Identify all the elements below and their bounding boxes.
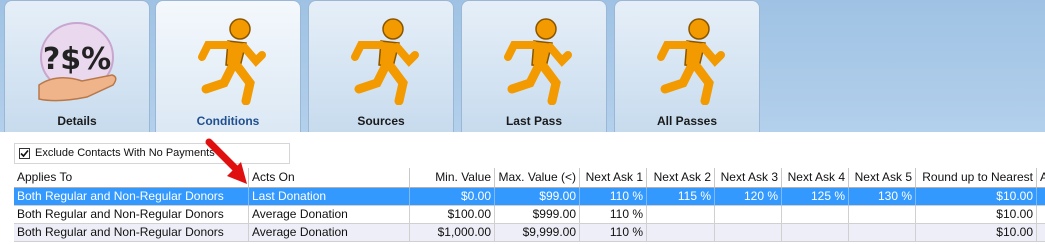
tab-label: Conditions	[196, 114, 260, 128]
table-row[interactable]: Both Regular and Non-Regular Donors Last…	[14, 188, 1045, 206]
col-header-next-ask-3[interactable]: Next Ask 3	[715, 168, 782, 188]
exclude-checkbox[interactable]	[19, 148, 30, 159]
cell-max-value[interactable]: $999.00	[495, 206, 580, 224]
exclude-label[interactable]: Exclude Contacts With No Payments	[35, 147, 215, 159]
cell-max-value[interactable]: $99.00	[495, 188, 580, 206]
running-man-icon	[188, 15, 268, 110]
cell-acts-on[interactable]: Last Donation	[249, 188, 410, 206]
details-icon-text: ?$%	[43, 42, 111, 77]
cell-a[interactable]	[1037, 188, 1045, 206]
table-row[interactable]: Both Regular and Non-Regular Donors Aver…	[14, 224, 1045, 242]
money-hand-icon: ?$%	[27, 15, 127, 112]
running-man-icon	[341, 15, 421, 110]
cell-a[interactable]	[1037, 206, 1045, 224]
cell-applies-to[interactable]: Both Regular and Non-Regular Donors	[14, 206, 249, 224]
cell-next-ask-5[interactable]	[849, 206, 916, 224]
cell-min-value[interactable]: $0.00	[410, 188, 495, 206]
cell-next-ask-1[interactable]: 110 %	[580, 224, 647, 242]
col-header-next-ask-2[interactable]: Next Ask 2	[647, 168, 715, 188]
col-header-round-up[interactable]: Round up to Nearest	[916, 168, 1037, 188]
cell-next-ask-5[interactable]: 130 %	[849, 188, 916, 206]
tab-sources[interactable]: Sources	[308, 0, 454, 132]
cell-next-ask-3[interactable]	[715, 224, 782, 242]
cell-max-value[interactable]: $9,999.00	[495, 224, 580, 242]
running-man-icon	[647, 15, 727, 110]
cell-next-ask-3[interactable]	[715, 206, 782, 224]
cell-next-ask-2[interactable]: 115 %	[647, 188, 715, 206]
grid-header: Applies To Acts On Min. Value Max. Value…	[14, 168, 1045, 188]
cell-acts-on[interactable]: Average Donation	[249, 206, 410, 224]
tab-strip: ?$% Details Conditions Sources Last Pass…	[0, 0, 1045, 132]
cell-min-value[interactable]: $100.00	[410, 206, 495, 224]
col-header-next-ask-1[interactable]: Next Ask 1	[580, 168, 647, 188]
tab-last-pass[interactable]: Last Pass	[461, 0, 607, 132]
col-header-next-ask-5[interactable]: Next Ask 5	[849, 168, 916, 188]
cell-next-ask-4[interactable]	[782, 206, 849, 224]
running-man-icon	[494, 15, 574, 110]
col-header-a[interactable]: A	[1037, 168, 1045, 188]
cell-next-ask-2[interactable]	[647, 206, 715, 224]
col-header-max-value[interactable]: Max. Value (<)	[495, 168, 580, 188]
cell-round-up[interactable]: $10.00	[916, 224, 1037, 242]
tab-label: Sources	[357, 114, 405, 128]
cell-applies-to[interactable]: Both Regular and Non-Regular Donors	[14, 224, 249, 242]
cell-applies-to[interactable]: Both Regular and Non-Regular Donors	[14, 188, 249, 206]
cell-round-up[interactable]: $10.00	[916, 206, 1037, 224]
cell-min-value[interactable]: $1,000.00	[410, 224, 495, 242]
checkmark-icon	[20, 149, 29, 158]
cell-next-ask-2[interactable]	[647, 224, 715, 242]
col-header-next-ask-4[interactable]: Next Ask 4	[782, 168, 849, 188]
conditions-panel: Exclude Contacts With No Payments Applie…	[0, 132, 1045, 244]
cell-next-ask-3[interactable]: 120 %	[715, 188, 782, 206]
cell-next-ask-1[interactable]: 110 %	[580, 206, 647, 224]
tab-conditions[interactable]: Conditions	[155, 0, 301, 132]
tab-all-passes[interactable]: All Passes	[614, 0, 760, 132]
cell-next-ask-4[interactable]	[782, 224, 849, 242]
cell-a[interactable]	[1037, 224, 1045, 242]
cell-acts-on[interactable]: Average Donation	[249, 224, 410, 242]
tab-label: Details	[57, 114, 97, 128]
cell-next-ask-1[interactable]: 110 %	[580, 188, 647, 206]
tab-details[interactable]: ?$% Details	[4, 0, 150, 132]
col-header-min-value[interactable]: Min. Value	[410, 168, 495, 188]
tab-label: Last Pass	[505, 114, 563, 128]
cell-round-up[interactable]: $10.00	[916, 188, 1037, 206]
conditions-grid: Applies To Acts On Min. Value Max. Value…	[14, 168, 1045, 244]
col-header-acts-on[interactable]: Acts On	[249, 168, 410, 188]
annotation-arrow-icon	[205, 138, 247, 184]
table-row[interactable]: Both Regular and Non-Regular Donors Aver…	[14, 206, 1045, 224]
tab-label: All Passes	[656, 114, 718, 128]
cell-next-ask-4[interactable]: 125 %	[782, 188, 849, 206]
cell-next-ask-5[interactable]	[849, 224, 916, 242]
